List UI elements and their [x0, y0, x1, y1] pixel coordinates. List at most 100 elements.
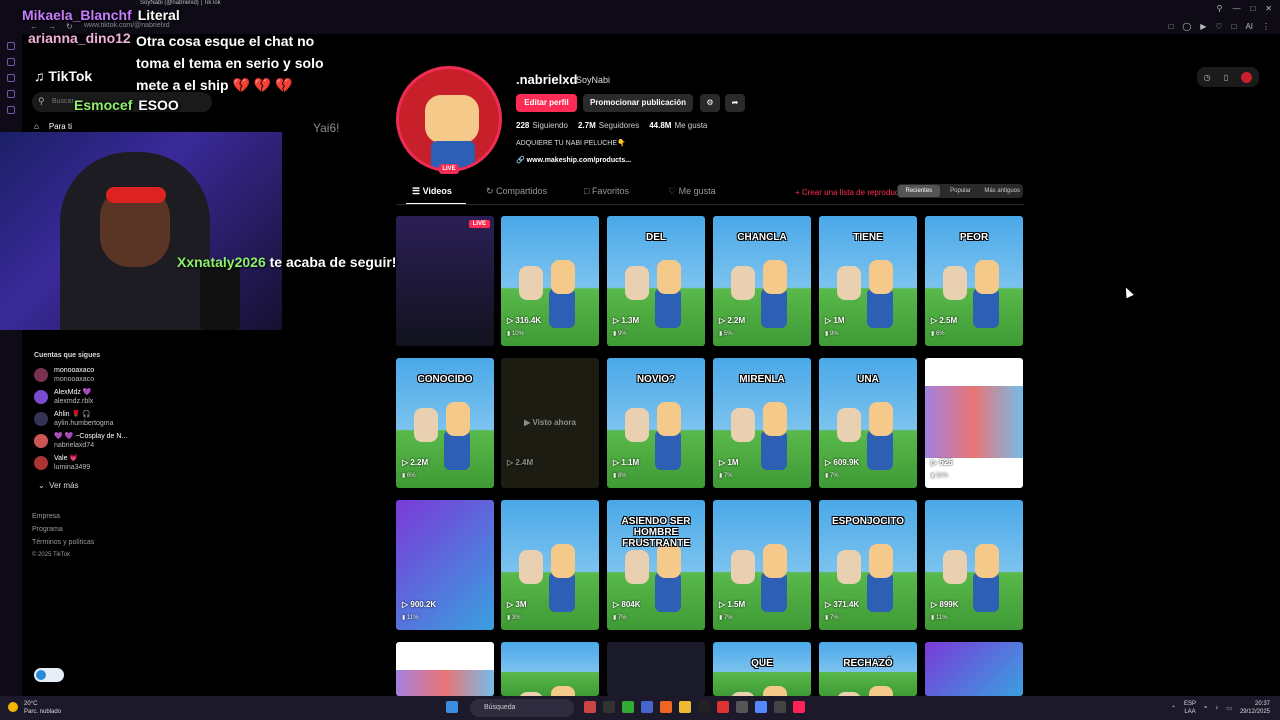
close-icon[interactable]: ✕	[1265, 4, 1272, 13]
wifi-icon[interactable]: ≈	[1204, 705, 1207, 711]
video-thumbnail[interactable]: NOVIO? ▷ 1.1M ▮ 8%	[607, 358, 705, 488]
video-thumbnail[interactable]: MIRENLA ▷ 1M ▮ 7%	[713, 358, 811, 488]
video-thumbnail[interactable]	[925, 642, 1023, 696]
browser-tab[interactable]: SoyNabi (@nabrielxd) | TikTok	[140, 0, 221, 6]
video-thumbnail[interactable]: CONOCIDO ▷ 2.2M ▮ 6%	[396, 358, 494, 488]
theme-toggle[interactable]	[34, 668, 64, 682]
followed-account[interactable]: Ahlin 🌹 🎧 aylin.humbertogma	[34, 410, 114, 428]
footer-link[interactable]: Términos y políticas	[32, 539, 94, 546]
video-thumbnail[interactable]: ▶ Visto ahora ▷ 2.4M	[501, 358, 599, 488]
video-thumbnail[interactable]: ▷ 3M ▮ 3%	[501, 500, 599, 630]
tiktok-icon[interactable]	[793, 701, 805, 713]
taskbar-search[interactable]: Búsqueda	[470, 699, 574, 717]
app-icon[interactable]	[603, 701, 615, 713]
search-icon[interactable]: ⚲	[1217, 4, 1223, 13]
share-icon[interactable]: ➦	[725, 94, 745, 112]
video-thumbnail[interactable]: UNA ▷ 609.9K ▮ 7%	[819, 358, 917, 488]
footer-link[interactable]: Empresa	[32, 513, 60, 520]
ai-label[interactable]: AI	[1245, 22, 1253, 31]
bookmark-icon[interactable]: □	[1168, 22, 1173, 31]
video-thumbnail[interactable]	[396, 642, 494, 696]
video-caption: TIENE	[853, 232, 883, 243]
sidebar-app-icon[interactable]	[7, 90, 15, 98]
sidebar-app-icon[interactable]	[7, 106, 15, 114]
app-icon[interactable]	[584, 701, 596, 713]
video-thumbnail[interactable]: CHANCLA ▷ 2.2M ▮ 5%	[713, 216, 811, 346]
followed-account[interactable]: AlexMdz 💜 alexmdz.rblx	[34, 388, 93, 406]
sidebar-app-icon[interactable]	[7, 58, 15, 66]
volume-icon[interactable]: ♪	[1215, 705, 1218, 711]
character-figure	[761, 572, 787, 612]
create-playlist-button[interactable]: + Crear una lista de reproducción	[795, 188, 914, 197]
tab-videos[interactable]: ☰ Videos	[406, 186, 466, 205]
shield-icon[interactable]: ◯	[1182, 22, 1191, 31]
video-thumbnail[interactable]: ▷ 899K ▮ 11%	[925, 500, 1023, 630]
language-indicator[interactable]: ESP LAA	[1184, 700, 1196, 716]
folder-icon[interactable]	[679, 701, 691, 713]
stat-followers[interactable]: 2.7M Seguidores	[578, 121, 639, 130]
followed-account[interactable]: monooaxaco monooaxaco	[34, 366, 94, 384]
video-thumbnail[interactable]: TIENE ▷ 1M ▮ 9%	[819, 216, 917, 346]
menu-icon[interactable]: ⋮	[1262, 22, 1270, 31]
weather-widget[interactable]: 20°C Parc. nublado	[8, 700, 61, 716]
video-thumbnail[interactable]: PEOR ▷ 2.5M ▮ 6%	[925, 216, 1023, 346]
engagement-pct: ▮ 7%	[825, 473, 839, 479]
sort-oldest[interactable]: Más antiguos	[981, 188, 1023, 194]
avatar	[34, 434, 48, 448]
sidebar-app-icon[interactable]	[7, 74, 15, 82]
vscode-icon[interactable]	[641, 701, 653, 713]
search-icon: ⚲	[38, 96, 45, 106]
edit-profile-button[interactable]: Editar perfil	[516, 94, 577, 112]
sort-recent[interactable]: Recientes	[898, 185, 940, 197]
obs-icon[interactable]	[774, 701, 786, 713]
video-thumbnail[interactable]: ▷ 1.5M ▮ 7%	[713, 500, 811, 630]
video-thumbnail[interactable]: ESPONJOCITO ▷ 371.4K ▮ 7%	[819, 500, 917, 630]
video-thumbnail[interactable]: LIVE	[396, 216, 494, 346]
followed-account[interactable]: 💜 💜 ~Cosplay de N... nabrielaxd74	[34, 432, 127, 450]
video-thumbnail[interactable]: ▷ 525 ▮ 31%	[925, 358, 1023, 488]
video-thumbnail[interactable]	[607, 642, 705, 696]
brave-icon[interactable]	[660, 701, 672, 713]
sidebar-item-for-you[interactable]: ⌂ Para ti	[34, 122, 72, 131]
minecraft-icon[interactable]	[622, 701, 634, 713]
minimize-icon[interactable]: —	[1232, 4, 1240, 13]
settings-icon[interactable]: ⚙	[700, 94, 720, 112]
maximize-icon[interactable]: □	[1250, 4, 1255, 13]
promote-button[interactable]: Promocionar publicación	[583, 94, 693, 112]
app-icon[interactable]	[736, 701, 748, 713]
following-title: Cuentas que sigues	[34, 352, 101, 359]
battery-icon[interactable]: ▭	[1226, 705, 1232, 712]
stat-following[interactable]: 228 Siguiendo	[516, 121, 568, 130]
followed-account[interactable]: Vale 💗 lumina3499	[34, 454, 90, 472]
address-bar[interactable]: www.tiktok.com/@nabrielxd	[84, 22, 170, 29]
footer-link[interactable]: Programa	[32, 526, 63, 533]
profile-link[interactable]: 🔗 www.makeship.com/products...	[516, 156, 631, 164]
video-thumbnail[interactable]: ▷ 900.2K ▮ 11%	[396, 500, 494, 630]
user-avatar[interactable]	[1241, 71, 1253, 83]
see-more-button[interactable]: ⌄ Ver más	[38, 481, 79, 490]
video-thumbnail[interactable]: QUE	[713, 642, 811, 696]
heart-icon[interactable]: ♡	[1215, 22, 1222, 31]
phone-icon[interactable]: ▯	[1224, 73, 1228, 82]
video-thumbnail[interactable]: DEL ▷ 1.3M ▮ 9%	[607, 216, 705, 346]
profile-avatar[interactable]	[396, 66, 502, 172]
sidebar-app-icon[interactable]	[7, 42, 15, 50]
discord-icon[interactable]	[755, 701, 767, 713]
play-icon[interactable]: ▶	[1200, 22, 1206, 31]
video-thumbnail[interactable]: ▷ 316.4K ▮ 10%	[501, 216, 599, 346]
video-thumbnail[interactable]: ASIENDO SER HOMBRE FRUSTRANTE ▷ 804K ▮ 7%	[607, 500, 705, 630]
tab-reposts[interactable]: ↻ Compartidos	[486, 186, 547, 197]
tab-liked[interactable]: ♡ Me gusta	[668, 186, 716, 197]
chat-icon[interactable]: □	[1232, 22, 1237, 31]
video-thumbnail[interactable]: RECHAZÓ	[819, 642, 917, 696]
chevron-up-icon[interactable]: ⌃	[1171, 705, 1176, 712]
app-icon[interactable]	[717, 701, 729, 713]
video-thumbnail[interactable]	[501, 642, 599, 696]
tiktok-logo[interactable]: ♫ TikTok	[34, 68, 92, 84]
sort-popular[interactable]: Popular	[940, 188, 982, 194]
clock[interactable]: 20:37 29/12/2025	[1240, 700, 1270, 716]
capcut-icon[interactable]	[698, 701, 710, 713]
clock-icon[interactable]: ◷	[1204, 73, 1211, 82]
tab-favorites[interactable]: □ Favoritos	[584, 186, 629, 196]
windows-start-icon[interactable]	[446, 701, 458, 713]
